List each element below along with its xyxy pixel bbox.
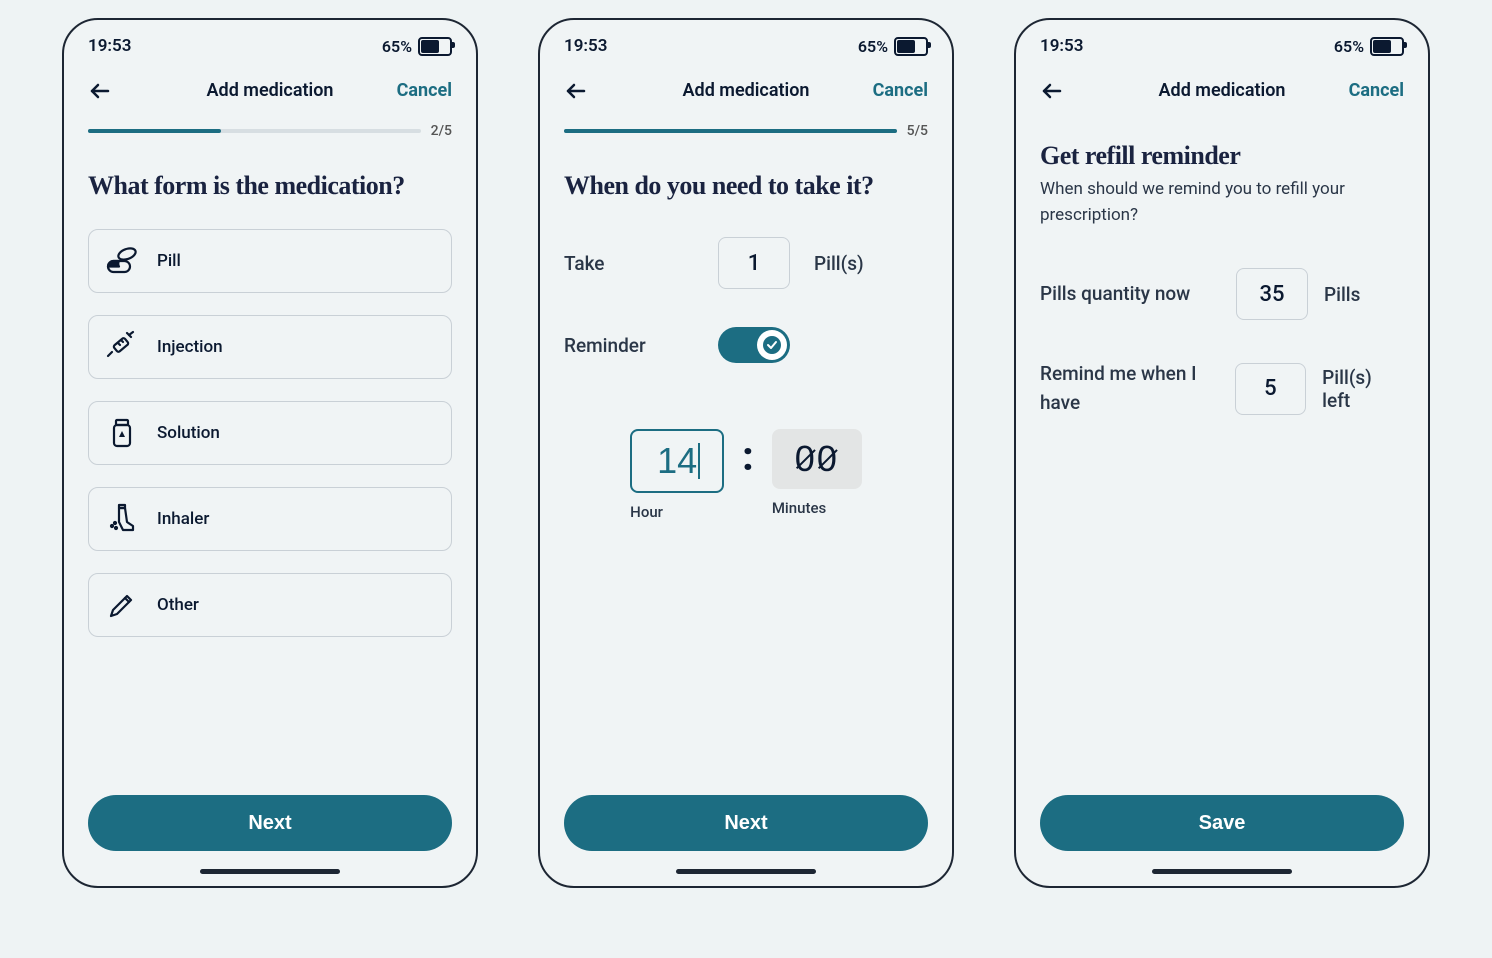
save-button[interactable]: Save	[1040, 795, 1404, 851]
option-injection[interactable]: Injection	[88, 315, 452, 379]
status-bar: 19:53 65%	[64, 20, 476, 56]
nav-bar: Add medication Cancel	[64, 56, 476, 111]
home-indicator[interactable]	[676, 869, 816, 874]
battery-icon	[894, 37, 928, 56]
hour-input[interactable]: 14	[630, 429, 724, 493]
next-button[interactable]: Next	[88, 795, 452, 851]
nav-bar: Add medication Cancel	[1016, 56, 1428, 111]
battery-percent: 65%	[1334, 37, 1364, 56]
quantity-now-label: Pills quantity now	[1040, 280, 1220, 309]
reminder-toggle[interactable]	[718, 327, 790, 363]
back-arrow-icon[interactable]	[564, 79, 588, 103]
remind-threshold-label: Remind me when I have	[1040, 360, 1219, 417]
time-picker: 14 Hour : 00 Minutes	[564, 429, 928, 521]
take-label: Take	[564, 252, 694, 275]
screen-refill: 19:53 65% Add medication Cancel Get refi…	[1014, 18, 1430, 888]
option-other[interactable]: Other	[88, 573, 452, 637]
option-label: Inhaler	[157, 509, 209, 529]
back-arrow-icon[interactable]	[1040, 79, 1064, 103]
question-heading: When do you need to take it?	[564, 171, 928, 201]
step-counter: 2/5	[431, 123, 452, 139]
quantity-now-unit: Pills	[1324, 283, 1360, 306]
home-indicator[interactable]	[1152, 869, 1292, 874]
battery-percent: 65%	[858, 37, 888, 56]
battery-icon	[1370, 37, 1404, 56]
pencil-icon	[105, 588, 139, 622]
battery-indicator: 65%	[382, 37, 452, 56]
screen-schedule: 19:53 65% Add medication Cancel 5/5 When…	[538, 18, 954, 888]
option-label: Solution	[157, 423, 220, 443]
screen-medication-form: 19:53 65% Add medication Cancel 2/5 What…	[62, 18, 478, 888]
hour-label: Hour	[630, 503, 663, 521]
battery-percent: 65%	[382, 37, 412, 56]
minutes-input[interactable]: 00	[772, 429, 862, 489]
remind-threshold-input[interactable]: 5	[1235, 363, 1306, 415]
status-time: 19:53	[1040, 36, 1083, 56]
take-quantity-input[interactable]: 1	[718, 237, 790, 289]
option-pill[interactable]: Pill	[88, 229, 452, 293]
question-heading: What form is the medication?	[88, 171, 452, 201]
take-unit: Pill(s)	[814, 252, 864, 275]
status-time: 19:53	[88, 36, 131, 56]
remind-threshold-unit: Pill(s) left	[1322, 366, 1404, 412]
option-label: Other	[157, 595, 199, 615]
status-bar: 19:53 65%	[540, 20, 952, 56]
option-inhaler[interactable]: Inhaler	[88, 487, 452, 551]
cancel-button[interactable]: Cancel	[1349, 80, 1404, 101]
nav-bar: Add medication Cancel	[540, 56, 952, 111]
solution-icon	[105, 416, 139, 450]
cancel-button[interactable]: Cancel	[397, 80, 452, 101]
question-subtext: When should we remind you to refill your…	[1040, 177, 1404, 228]
option-solution[interactable]: Solution	[88, 401, 452, 465]
quantity-now-input[interactable]: 35	[1236, 268, 1308, 320]
progress-bar: 5/5	[540, 111, 952, 147]
battery-icon	[418, 37, 452, 56]
back-arrow-icon[interactable]	[88, 79, 112, 103]
option-label: Injection	[157, 337, 223, 357]
option-label: Pill	[157, 251, 181, 271]
page-title: Add medication	[207, 80, 334, 101]
page-title: Add medication	[1159, 80, 1286, 101]
colon-separator: :	[742, 429, 754, 480]
progress-bar: 2/5	[64, 111, 476, 147]
battery-indicator: 65%	[1334, 37, 1404, 56]
minutes-label: Minutes	[772, 499, 826, 517]
reminder-label: Reminder	[564, 334, 694, 357]
pill-icon	[105, 244, 139, 278]
question-heading: Get refill reminder	[1040, 141, 1404, 171]
status-bar: 19:53 65%	[1016, 20, 1428, 56]
battery-indicator: 65%	[858, 37, 928, 56]
status-time: 19:53	[564, 36, 607, 56]
injection-icon	[105, 330, 139, 364]
home-indicator[interactable]	[200, 869, 340, 874]
check-icon	[757, 330, 787, 360]
step-counter: 5/5	[907, 123, 928, 139]
inhaler-icon	[105, 502, 139, 536]
page-title: Add medication	[683, 80, 810, 101]
next-button[interactable]: Next	[564, 795, 928, 851]
cancel-button[interactable]: Cancel	[873, 80, 928, 101]
